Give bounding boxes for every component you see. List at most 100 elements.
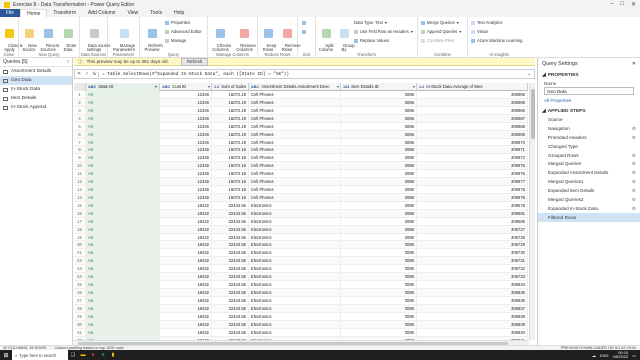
row-number[interactable]: 13 — [74, 186, 86, 193]
vision-button[interactable]: Vision — [471, 29, 488, 34]
cell-assortment-desc[interactable]: Electronics — [249, 328, 341, 336]
refresh-button[interactable]: Refresh — [180, 57, 209, 66]
cell-cust-id[interactable]: 18432 — [160, 241, 212, 249]
cell-assortment-desc[interactable]: Electronics — [249, 312, 341, 320]
table-row[interactable]: 13 AK 12346 15072.19 Cell Phones 3086 308978 — [74, 186, 528, 194]
cell-assortment-desc[interactable]: Cell Phones — [249, 98, 341, 106]
table-row[interactable]: 5 AK 12346 15072.19 Cell Phones 3086 308968 — [74, 122, 528, 131]
cell-in-stock[interactable]: 308972 — [417, 154, 528, 162]
cell-cust-id[interactable]: 18432 — [160, 249, 212, 257]
cell-item-id[interactable]: 3086 — [341, 98, 417, 106]
cell-in-stock[interactable]: 308965 — [417, 91, 528, 98]
cell-sum-sales[interactable]: 32443.56 — [212, 217, 249, 225]
taskbar-search[interactable]: ⌕ Type here to search — [12, 350, 68, 360]
query-item-selected[interactable]: Geo Data — [0, 76, 72, 85]
table-row[interactable]: 8 AK 12346 15072.19 Cell Phones 3086 308971 — [74, 146, 528, 155]
cell-cust-id[interactable]: 18432 — [160, 320, 212, 328]
cell-assortment-desc[interactable]: Cell Phones — [249, 130, 341, 138]
cell-assortment-desc[interactable]: Electronics — [249, 304, 341, 312]
row-number[interactable]: 25 — [74, 281, 86, 288]
table-row[interactable]: 11 AK 12346 15072.19 Cell Phones 3086 308976 — [74, 170, 528, 179]
table-row[interactable]: 3 AK 12346 15072.19 Cell Phones 3086 308966 — [74, 106, 528, 115]
table-row[interactable]: 15 AK 18432 32443.56 Electronics 3086 308678 — [74, 201, 528, 210]
cell-item-id[interactable]: 3086 — [341, 249, 417, 257]
cell-in-stock[interactable]: 308979 — [417, 193, 528, 201]
gear-icon[interactable]: ⚙ — [632, 126, 636, 132]
cell-sum-sales[interactable]: 15072.19 — [212, 122, 249, 130]
cell-sum-sales[interactable]: 32443.56 — [212, 201, 249, 209]
cell-sum-sales[interactable]: 15072.19 — [212, 138, 249, 146]
cell-item-id[interactable]: 3086 — [341, 225, 417, 233]
cell-item-id[interactable]: 3086 — [341, 130, 417, 138]
row-number[interactable]: 31 — [74, 328, 86, 336]
cell-in-stock[interactable]: 308681 — [417, 209, 528, 217]
cell-assortment-desc[interactable]: Electronics — [249, 273, 341, 281]
applied-step[interactable]: Expanded Assortment Details ⚙ — [538, 168, 640, 177]
applied-step[interactable]: Expanded Item Details ⚙ — [538, 186, 640, 195]
cell-item-id[interactable]: 3086 — [341, 233, 417, 241]
advanced-editor-button[interactable]: Advanced Editor — [165, 29, 202, 34]
cancel-formula-icon[interactable]: ✕ — [75, 72, 83, 77]
cell-cust-id[interactable]: 12346 — [160, 146, 212, 154]
cell-in-stock[interactable]: 308685 — [417, 217, 528, 225]
cell-state-id[interactable]: AK — [86, 170, 160, 178]
table-row[interactable]: 29 AK 18432 32443.56 Electronics 3086 308838 — [74, 312, 528, 321]
cell-item-id[interactable]: 3086 — [341, 281, 417, 288]
cell-in-stock[interactable]: 308966 — [417, 98, 528, 106]
cell-item-id[interactable]: 3086 — [341, 257, 417, 265]
file-explorer-icon[interactable]: ▬ — [78, 350, 88, 360]
row-number[interactable]: 15 — [74, 201, 86, 209]
cell-sum-sales[interactable]: 15072.19 — [212, 170, 249, 178]
cell-assortment-desc[interactable]: Electronics — [249, 225, 341, 233]
cell-in-stock[interactable]: 308966 — [417, 106, 528, 114]
applied-step[interactable]: Expanded In-Stock Data ⚙ — [538, 204, 640, 213]
cell-state-id[interactable]: AK — [86, 249, 160, 257]
cell-assortment-desc[interactable]: Electronics — [249, 201, 341, 209]
cell-item-id[interactable]: 3086 — [341, 162, 417, 170]
cell-in-stock[interactable]: 308976 — [417, 170, 528, 178]
cell-state-id[interactable]: AK — [86, 281, 160, 288]
cell-item-id[interactable]: 3086 — [341, 138, 417, 146]
row-number[interactable]: 22 — [74, 257, 86, 265]
row-number[interactable]: 11 — [74, 170, 86, 178]
cell-in-stock[interactable]: 308838 — [417, 312, 528, 320]
chrome-icon[interactable]: ● — [88, 350, 98, 360]
table-row[interactable]: 23 AK 18432 32443.56 Electronics 3086 308732 — [74, 265, 528, 274]
cell-in-stock[interactable]: 308970 — [417, 138, 528, 146]
tab-file[interactable]: File — [0, 9, 21, 17]
cell-assortment-desc[interactable]: Electronics — [249, 320, 341, 328]
cell-assortment-desc[interactable]: Cell Phones — [249, 106, 341, 114]
row-number[interactable]: 20 — [74, 241, 86, 249]
cell-assortment-desc[interactable]: Electronics — [249, 233, 341, 241]
cell-cust-id[interactable]: 18432 — [160, 225, 212, 233]
cell-state-id[interactable]: AK — [86, 217, 160, 225]
cell-sum-sales[interactable]: 32443.56 — [212, 233, 249, 241]
column-header-in-stock-avg[interactable]: 1.2 In-Stock Data.Average of Wee — [417, 83, 528, 91]
cell-state-id[interactable]: AK — [86, 106, 160, 114]
excel-icon[interactable]: ■ — [98, 350, 108, 360]
row-number[interactable]: 23 — [74, 265, 86, 273]
cell-assortment-desc[interactable]: Electronics — [249, 241, 341, 249]
row-number[interactable]: 3 — [74, 106, 86, 114]
cell-item-id[interactable]: 3086 — [341, 154, 417, 162]
cell-in-stock[interactable]: 308733 — [417, 273, 528, 281]
row-number[interactable]: 16 — [74, 209, 86, 217]
row-number[interactable]: 28 — [74, 304, 86, 312]
expand-formula-icon[interactable]: ⌄ — [527, 72, 531, 77]
cell-cust-id[interactable]: 18432 — [160, 257, 212, 265]
cell-sum-sales[interactable]: 15072.19 — [212, 91, 249, 98]
table-row[interactable]: 22 AK 18432 32443.56 Electronics 3086 308731 — [74, 257, 528, 266]
applied-step[interactable]: Grouped Rows ⚙ — [538, 151, 640, 160]
row-number[interactable]: 26 — [74, 289, 86, 296]
cell-cust-id[interactable]: 18432 — [160, 281, 212, 288]
cell-cust-id[interactable]: 12346 — [160, 91, 212, 98]
gear-icon[interactable]: ⚙ — [632, 153, 636, 159]
row-number[interactable]: 30 — [74, 320, 86, 328]
tab-help[interactable]: Help — [168, 9, 190, 17]
cell-cust-id[interactable]: 12346 — [160, 178, 212, 186]
row-number[interactable]: 24 — [74, 273, 86, 281]
cell-item-id[interactable]: 3086 — [341, 304, 417, 312]
cell-sum-sales[interactable]: 32443.56 — [212, 304, 249, 312]
cell-item-id[interactable]: 3086 — [341, 186, 417, 193]
cell-in-stock[interactable]: 308971 — [417, 146, 528, 154]
